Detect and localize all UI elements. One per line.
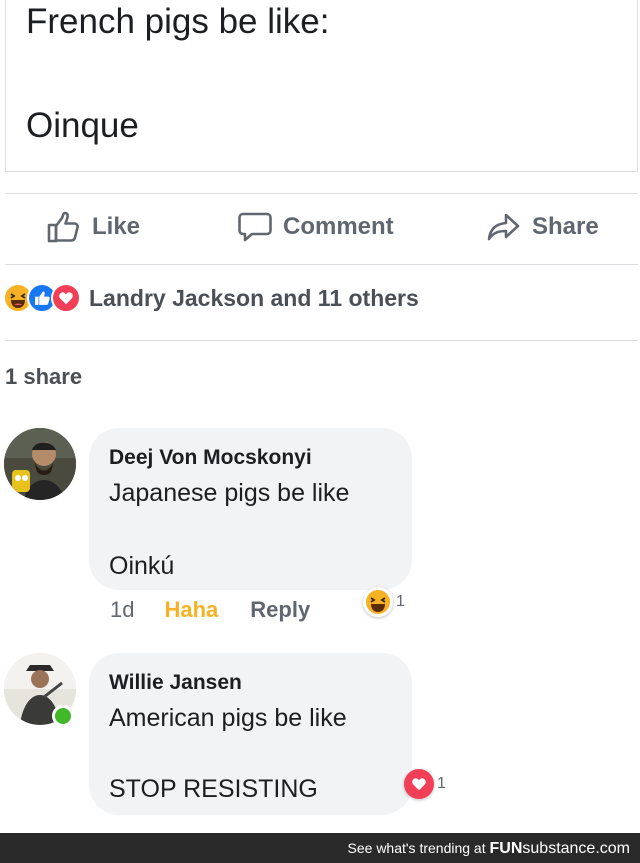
comment-bubble: Willie Jansen American pigs be like STOP… <box>89 653 412 815</box>
reactions-summary[interactable]: Landry Jackson and 11 others <box>3 283 419 313</box>
footer-prefix: See what's trending at <box>347 840 486 856</box>
haha-icon <box>363 587 393 617</box>
post-text-line1: French pigs be like: <box>26 2 330 41</box>
comment-reaction-badge[interactable]: 1 <box>404 769 446 799</box>
footer-bar: See what's trending at FUNsubstance.com <box>0 833 640 863</box>
post-text-line2: Oinque <box>26 106 139 145</box>
comment-meta: 1d Haha Reply <box>110 597 310 623</box>
share-label: Share <box>532 213 599 240</box>
comment-reaction-count: 1 <box>396 593 405 610</box>
avatar[interactable] <box>4 428 76 500</box>
comment-button[interactable]: Comment <box>237 210 394 244</box>
post-action-bar: Like Comment Share <box>0 196 640 262</box>
footer-brand-rest: substance.com <box>522 840 630 857</box>
reactions-names: Landry Jackson and 11 others <box>89 284 419 311</box>
comment-text-line2: STOP RESISTING <box>109 775 318 803</box>
reply-button[interactable]: Reply <box>250 597 310 623</box>
comment-text-line1: Japanese pigs be like <box>109 479 350 507</box>
like-button[interactable]: Like <box>46 210 140 244</box>
comment-text-line2: Oinkú <box>109 552 175 580</box>
love-icon <box>51 283 81 313</box>
comment-reaction-badge[interactable]: 1 <box>363 587 405 617</box>
thumbs-up-icon <box>47 211 79 243</box>
comment-bubble-icon <box>238 212 272 242</box>
comment-reaction-count: 1 <box>437 775 446 792</box>
divider <box>5 264 638 265</box>
share-button[interactable]: Share <box>486 210 599 244</box>
divider <box>5 340 638 341</box>
love-icon <box>404 769 434 799</box>
footer-brand-bold: FUN <box>489 840 523 857</box>
comment-label: Comment <box>283 213 394 240</box>
haha-reaction-button[interactable]: Haha <box>164 597 218 623</box>
like-label: Like <box>92 213 141 240</box>
divider <box>5 193 638 194</box>
comment-bubble: Deej Von Mocskonyi Japanese pigs be like… <box>89 428 412 590</box>
post-text-box: French pigs be like: Oinque <box>5 0 638 172</box>
online-status-indicator <box>52 705 74 727</box>
share-count[interactable]: 1 share <box>5 364 82 390</box>
comment-timestamp[interactable]: 1d <box>110 597 134 623</box>
comment-author[interactable]: Deej Von Mocskonyi <box>109 446 312 470</box>
footer-text[interactable]: See what's trending at FUNsubstance.com <box>348 840 630 858</box>
comment-text-line1: American pigs be like <box>109 704 347 732</box>
comment-author[interactable]: Willie Jansen <box>109 671 242 695</box>
share-arrow-icon <box>487 213 520 241</box>
